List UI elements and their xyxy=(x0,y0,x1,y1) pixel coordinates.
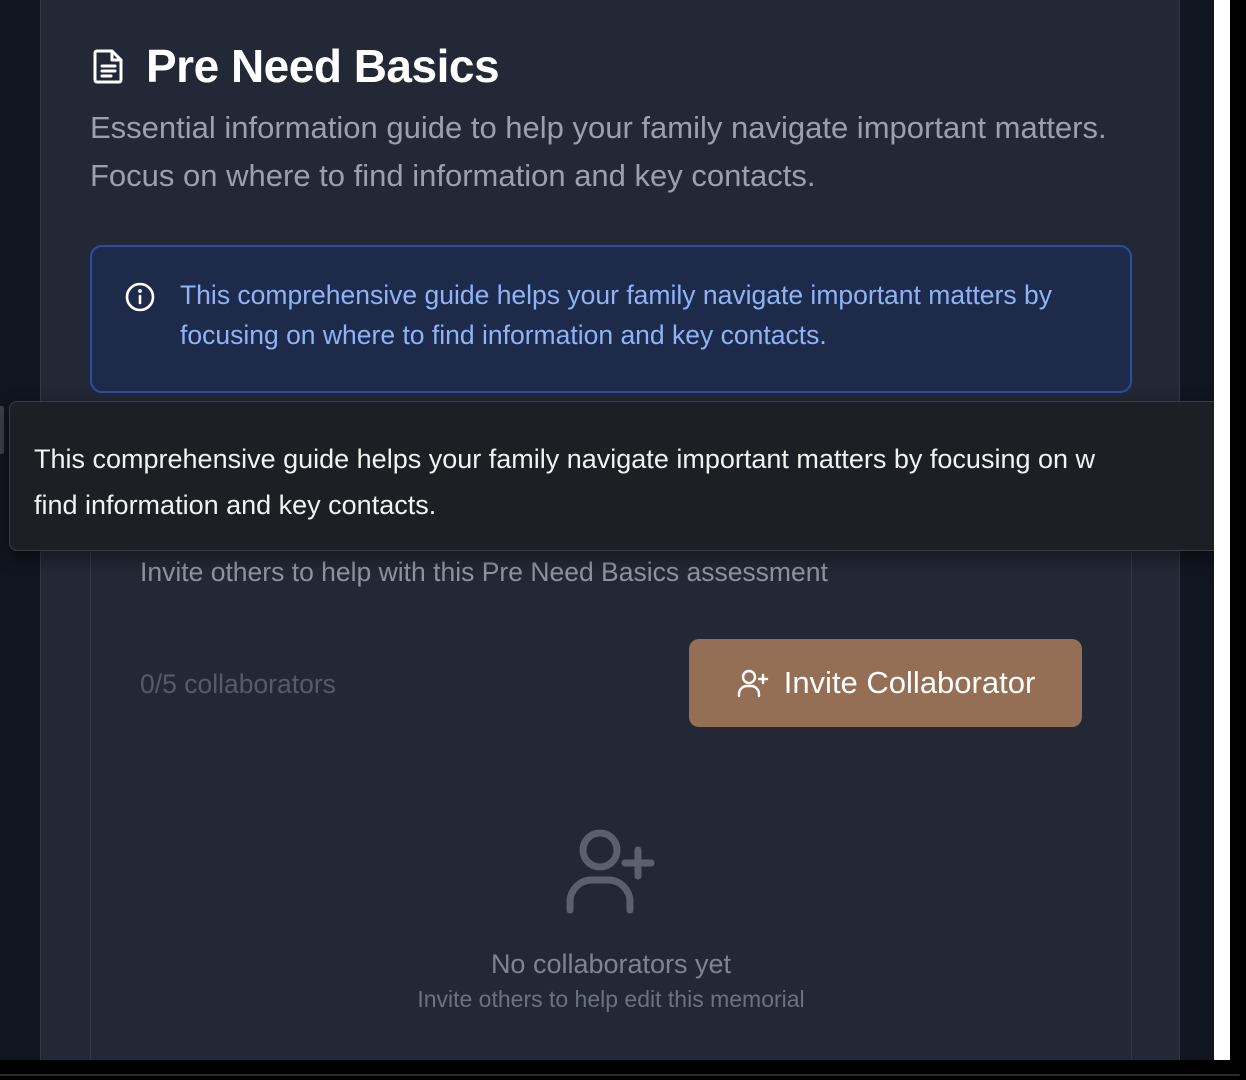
user-plus-icon xyxy=(562,828,658,918)
tooltip-text: This comprehensive guide helps your fami… xyxy=(34,436,1214,528)
window-frame: Pre Need Basics Essential information gu… xyxy=(0,0,1246,1080)
window-bottom-edge xyxy=(0,1060,1246,1080)
tooltip-line-1: This comprehensive guide helps your fami… xyxy=(34,444,1096,474)
window-bottom-border xyxy=(0,1074,1240,1076)
side-panel-handle[interactable] xyxy=(0,406,4,454)
info-circle-icon xyxy=(124,281,156,313)
info-callout-text: This comprehensive guide helps your fami… xyxy=(180,280,1052,350)
collaborators-count: 0/5 collaborators xyxy=(140,669,336,699)
page-subtitle: Essential information guide to help your… xyxy=(90,110,1107,193)
page-title: Pre Need Basics xyxy=(146,40,500,92)
invite-collaborator-label: Invite Collaborator xyxy=(783,665,1036,700)
page-header: Pre Need Basics xyxy=(92,38,500,94)
page-viewport: Pre Need Basics Essential information gu… xyxy=(0,0,1214,1060)
empty-state-subtitle: Invite others to help edit this memorial xyxy=(417,986,805,1012)
document-text-icon xyxy=(92,47,126,85)
window-right-edge xyxy=(1214,0,1230,1060)
info-callout: This comprehensive guide helps your fami… xyxy=(90,245,1132,393)
invite-collaborator-button[interactable]: Invite Collaborator xyxy=(689,639,1082,727)
collaborators-description: Invite others to help with this Pre Need… xyxy=(140,557,828,587)
empty-state-title: No collaborators yet xyxy=(490,949,732,979)
user-plus-icon xyxy=(736,666,770,700)
tooltip-line-2: find information and key contacts. xyxy=(34,490,437,520)
info-tooltip: This comprehensive guide helps your fami… xyxy=(9,401,1214,551)
